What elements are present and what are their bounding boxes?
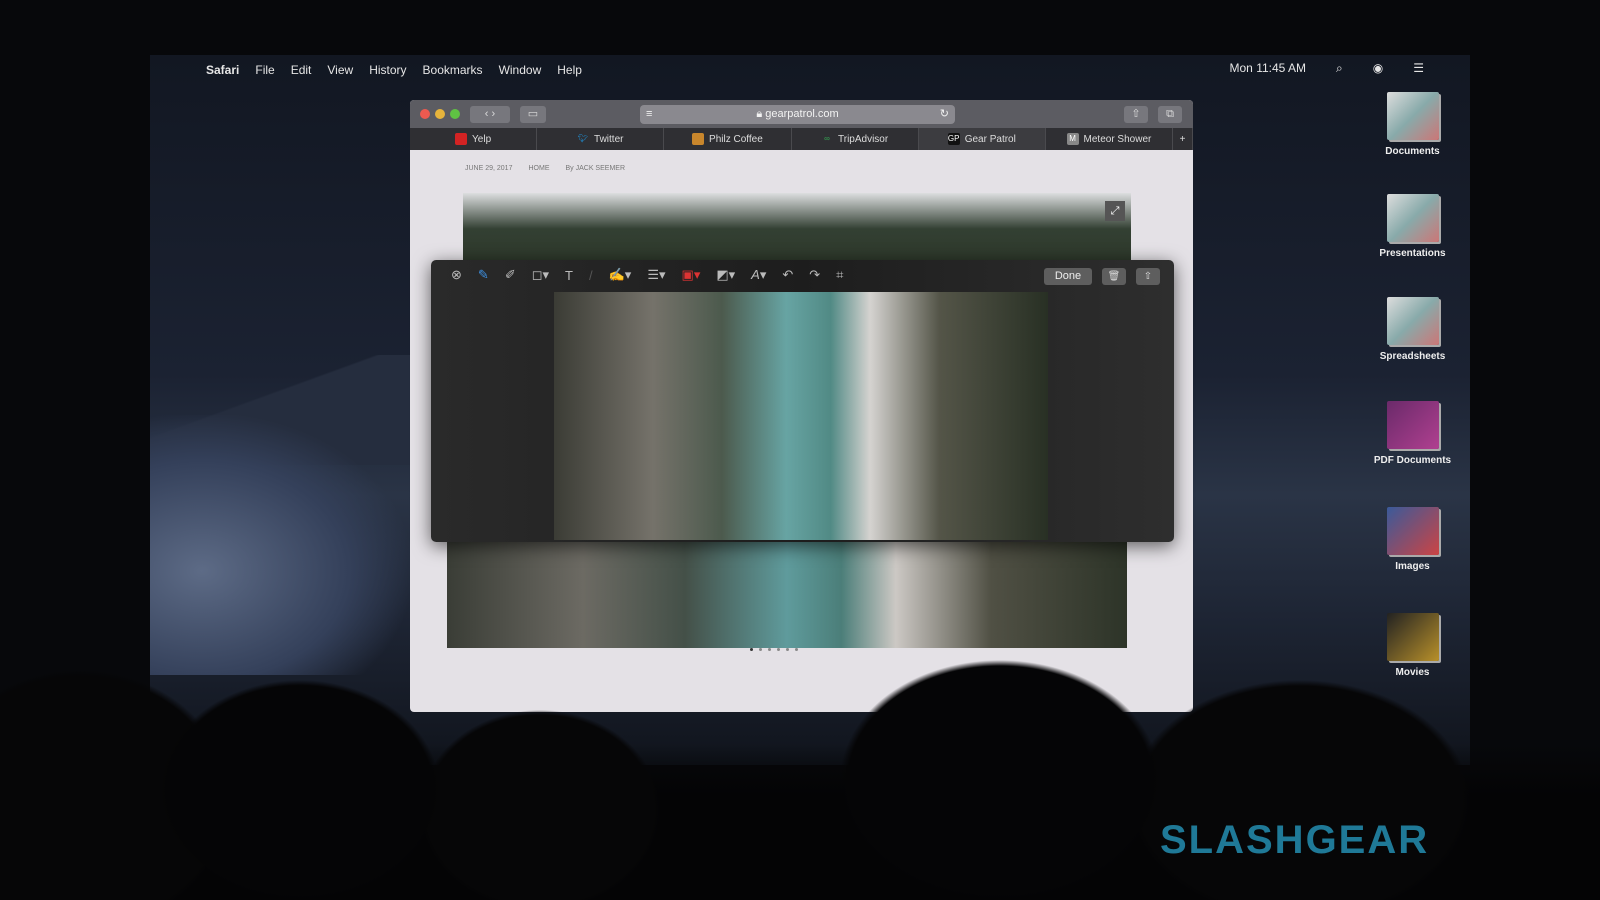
tab-bar: Yelp 🐦︎ Twitter Philz Coffee ∞ TripAdvisor… [410,128,1193,150]
url-text: gearpatrol.com [765,108,839,120]
menu-edit[interactable]: Edit [291,63,312,77]
tab-tripadvisor[interactable]: ∞ TripAdvisor [792,128,919,150]
reader-icon[interactable]: ≡ [646,105,652,124]
stack-label: Documents [1385,146,1440,157]
new-tab-button[interactable]: + [1173,128,1193,150]
highlight-icon[interactable]: / [589,268,593,283]
spotlight-search-icon[interactable]: ⌕ [1336,61,1343,76]
desktop-stack-images[interactable]: Images [1365,507,1460,572]
yelp-icon [455,133,468,145]
tab-label: Yelp [472,133,492,145]
sidebar-icon[interactable]: ▭ [520,106,546,123]
crop-icon[interactable]: ⌗ [836,267,843,283]
signature-icon[interactable]: ✍▾ [609,267,632,283]
stack-label: Spreadsheets [1379,351,1446,362]
tab-twitter[interactable]: 🐦︎ Twitter [537,128,665,150]
text-icon[interactable]: T [565,268,573,283]
menu-app-name[interactable]: Safari [206,63,239,77]
line-style-icon[interactable]: ☰▾ [647,267,665,283]
text-style-icon[interactable]: A▾ [751,267,766,283]
close-markup-icon[interactable]: ⊗ [451,267,462,283]
tab-label: Twitter [594,133,624,145]
minimize-window-button[interactable] [435,109,445,119]
stack-thumbnail [1386,194,1439,242]
desktop-stack-presentations[interactable]: Presentations [1365,194,1460,259]
markup-image[interactable] [554,292,1048,540]
tab-meteor-shower[interactable]: M Meteor Shower [1046,128,1174,150]
rotate-left-icon[interactable]: ↶ [782,267,793,283]
tab-label: TripAdvisor [838,133,889,145]
tab-philz-coffee[interactable]: Philz Coffee [664,128,792,150]
tab-yelp[interactable]: Yelp [410,128,538,150]
tab-label: Philz Coffee [709,133,763,145]
desktop-stack-documents[interactable]: Documents [1365,92,1460,157]
markup-overlay: ⊗ ✎ ✐ ◻▾ T / ✍▾ ☰▾ ▣▾ ◩▾ A▾ ↶ ↷ ⌗ Done 🗑… [431,260,1174,542]
menu-clock[interactable]: Mon 11:45 AM [1230,61,1307,76]
article-section-link[interactable]: HOME [528,165,549,172]
desktop-stack-pdf-documents[interactable]: PDF Documents [1365,401,1460,466]
menu-bookmarks[interactable]: Bookmarks [423,63,483,77]
close-window-button[interactable] [420,109,430,119]
menu-help[interactable]: Help [557,63,582,77]
menu-view[interactable]: View [327,63,353,77]
share-icon[interactable]: ⇧ [1124,106,1148,123]
siri-icon[interactable]: ◉ [1373,61,1383,76]
stack-label: Images [1395,561,1430,572]
stack-thumbnail [1386,507,1439,555]
watermark-logo: SLASHGEAR [1160,818,1430,862]
back-forward-buttons[interactable]: ‹ › [470,106,510,123]
menu-file[interactable]: File [255,63,274,77]
safari-toolbar: ‹ › ▭ ≡ 🔒︎ gearpatrol.com ↻ ⇧ ⧉ [410,100,1193,128]
share-markup-icon[interactable]: ⇧ [1136,268,1160,285]
rotate-right-icon[interactable]: ↷ [809,267,820,283]
twitter-icon: 🐦︎ [577,134,589,143]
fill-color-icon[interactable]: ◩▾ [716,267,735,283]
stack-thumbnail [1386,613,1439,661]
gear-patrol-icon: GP [947,133,960,145]
article-date: JUNE 29, 2017 [465,165,513,172]
tab-label: Meteor Shower [1083,133,1152,145]
desktop-stack-movies[interactable]: Movies [1365,613,1460,678]
article-hero-image-lower [447,530,1127,648]
done-button[interactable]: Done [1044,268,1092,285]
sketch-icon[interactable]: ✎ [478,267,489,283]
tab-label: Gear Patrol [964,133,1016,145]
stack-thumbnail [1386,297,1439,345]
article-byline: By JACK SEEMER [565,165,625,172]
article-meta: JUNE 29, 2017 HOME By JACK SEEMER [465,165,625,172]
trash-icon[interactable]: 🗑︎ [1102,268,1126,285]
philz-icon [692,133,705,145]
stack-thumbnail [1386,401,1439,449]
expand-icon[interactable]: ⤢ [1105,201,1125,221]
wallpaper-dune [150,415,410,675]
address-bar[interactable]: ≡ 🔒︎ gearpatrol.com ↻ [640,105,955,124]
notification-center-icon[interactable]: ☰ [1413,61,1424,76]
menu-bar: Safari File Edit View History Bookmarks … [190,61,1450,79]
tabs-overview-icon[interactable]: ⧉ [1158,106,1182,123]
draw-icon[interactable]: ✐ [505,267,516,283]
stack-label: PDF Documents [1373,455,1452,466]
border-color-icon[interactable]: ▣▾ [682,267,701,283]
tripadvisor-icon: ∞ [824,134,830,143]
meteor-shower-icon: M [1066,133,1079,145]
reload-icon[interactable]: ↻ [940,105,949,124]
menu-history[interactable]: History [369,63,406,77]
lock-icon: 🔒︎ [756,108,766,120]
stack-label: Movies [1395,667,1430,678]
menu-window[interactable]: Window [499,63,542,77]
stack-thumbnail [1386,92,1439,140]
shapes-icon[interactable]: ◻▾ [532,267,549,283]
desktop-stack-spreadsheets[interactable]: Spreadsheets [1365,297,1460,362]
tab-gear-patrol[interactable]: GP Gear Patrol [918,128,1046,150]
zoom-window-button[interactable] [450,109,460,119]
stack-label: Presentations [1379,248,1446,259]
